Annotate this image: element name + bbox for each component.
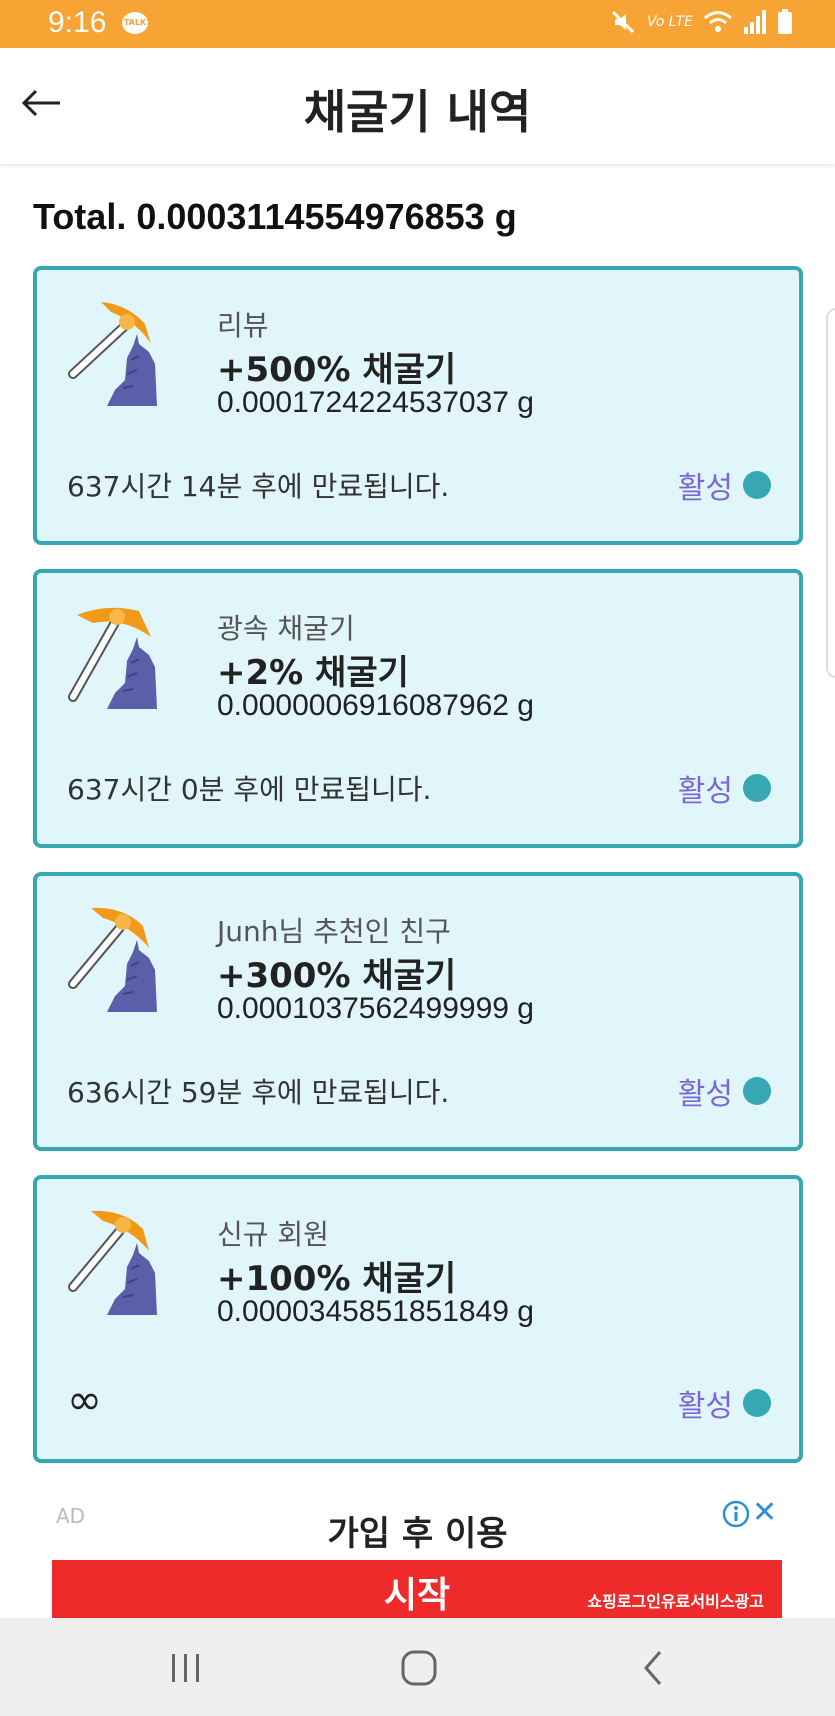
miner-status: 활성: [678, 1069, 771, 1113]
miner-card-referral[interactable]: Junh님 추천인 친구 +300% 채굴기 0.000103756249999…: [33, 872, 803, 1151]
miner-card-new-member[interactable]: 신규 회원 +100% 채굴기 0.0000345851851849 g ∞ 활…: [33, 1175, 803, 1463]
miner-status: 활성: [678, 463, 771, 507]
status-bar: 9:16 TALK Vo LTE: [0, 0, 835, 48]
kakaotalk-icon: TALK: [122, 12, 148, 34]
ad-headline[interactable]: 가입 후 이용: [0, 1506, 835, 1555]
ad-banner-area: AD 가입 후 이용 ✕ 시작 쇼핑로그인유료서비스광고: [0, 1496, 835, 1618]
home-button[interactable]: [389, 1646, 449, 1690]
volte-icon: Vo LTE: [646, 14, 693, 30]
miner-status: 활성: [678, 1381, 771, 1425]
back-nav-icon: [644, 1651, 662, 1685]
status-label: 활성: [677, 1389, 733, 1424]
miner-boost: +2% 채굴기: [217, 653, 409, 693]
miner-amount: 0.0000006916087962 g: [217, 689, 534, 722]
system-nav-bar: [0, 1618, 835, 1716]
miner-expiry: 636시간 59분 후에 만료됩니다.: [67, 1076, 450, 1109]
status-icons: Vo LTE: [609, 8, 793, 36]
page-title: 채굴기 내역: [303, 85, 532, 139]
miner-source: Junh님 추천인 친구: [217, 915, 451, 948]
ad-disclaimer: 쇼핑로그인유료서비스광고: [587, 1592, 764, 1611]
miner-source: 리뷰: [217, 309, 269, 342]
status-dot-icon: [743, 774, 771, 802]
status-time: 9:16: [48, 6, 107, 39]
status-dot-icon: [743, 1077, 771, 1105]
miner-card-lightspeed[interactable]: 광속 채굴기 +2% 채굴기 0.0000006916087962 g 637시…: [33, 569, 803, 848]
ad-cta-button[interactable]: 시작 쇼핑로그인유료서비스광고: [52, 1560, 782, 1618]
miner-boost: +500% 채굴기: [217, 350, 457, 390]
miner-boost: +300% 채굴기: [217, 956, 457, 996]
status-dot-icon: [743, 471, 771, 499]
close-icon[interactable]: ✕: [752, 1498, 777, 1528]
miner-source: 신규 회원: [217, 1218, 329, 1251]
pickaxe-rock-icon: [68, 607, 157, 709]
miner-amount: 0.0001037562499999 g: [217, 992, 534, 1025]
signal-icon: [744, 10, 766, 34]
edge-panel-handle[interactable]: [826, 308, 835, 678]
recent-apps-icon: [172, 1654, 199, 1682]
miner-amount: 0.0000345851851849 g: [217, 1295, 534, 1328]
home-icon: [401, 1650, 437, 1686]
miner-source: 광속 채굴기: [217, 612, 355, 645]
status-dot-icon: [743, 1389, 771, 1417]
status-label: 활성: [677, 774, 733, 809]
app-bar: 채굴기 내역: [0, 48, 835, 164]
pickaxe-rock-icon: [68, 1210, 157, 1315]
status-label: 활성: [677, 471, 733, 506]
pickaxe-rock-icon: [68, 907, 157, 1012]
back-nav-button[interactable]: [624, 1646, 684, 1690]
miner-card-review[interactable]: 리뷰 +500% 채굴기 0.0001724224537037 g 637시간 …: [33, 266, 803, 545]
infinity-icon: ∞: [67, 1375, 102, 1424]
mute-icon: [611, 10, 635, 34]
battery-icon: [778, 9, 792, 34]
miner-boost: +100% 채굴기: [217, 1259, 457, 1299]
miner-amount: 0.0001724224537037 g: [217, 386, 534, 419]
miner-expiry: 637시간 14분 후에 만료됩니다.: [67, 470, 450, 503]
status-label: 활성: [677, 1077, 733, 1112]
pickaxe-rock-icon: [68, 302, 157, 406]
wifi-icon: [704, 11, 732, 32]
miner-status: 활성: [678, 766, 771, 810]
miner-expiry: 637시간 0분 후에 만료됩니다.: [67, 773, 432, 806]
info-icon[interactable]: [722, 1500, 750, 1528]
total-amount: Total. 0.0003114554976853 g: [33, 196, 517, 237]
recent-apps-button[interactable]: [156, 1646, 216, 1690]
